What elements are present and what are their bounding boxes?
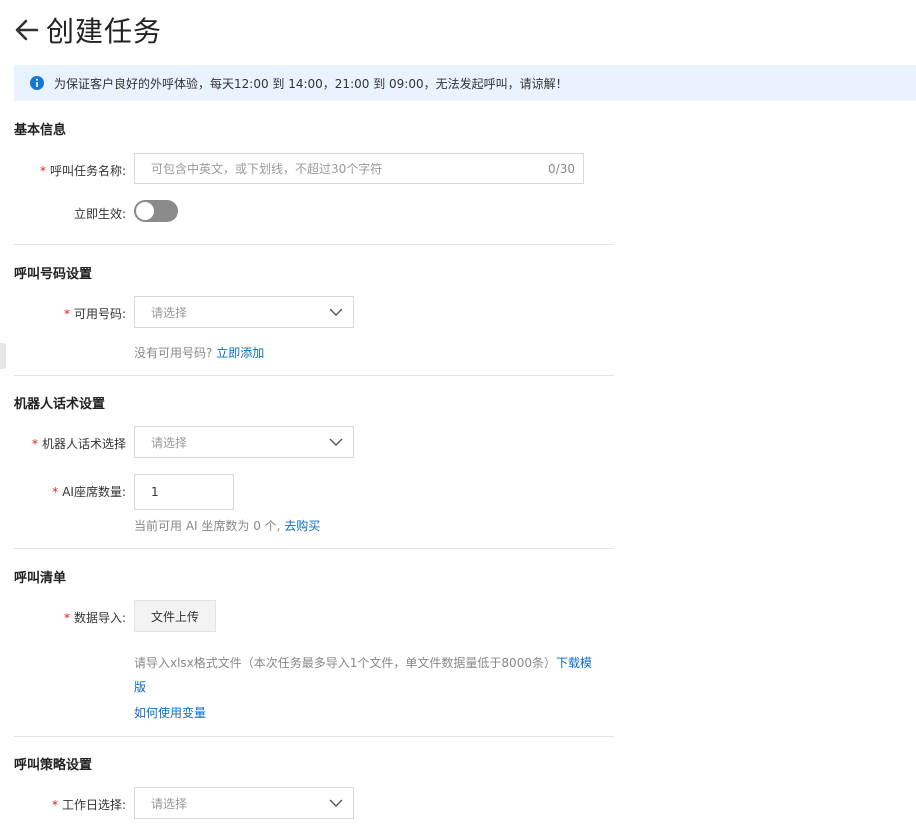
available-number-label: * 可用号码: [0, 305, 126, 322]
seats-hint-text: 当前可用 AI 坐席数为 0 个, [134, 519, 281, 533]
task-name-input[interactable]: 可包含中英文，或下划线，不超过30个字符 0/30 [134, 153, 584, 184]
import-hint-text: 请导入xlsx格式文件（本次任务最多导入1个文件，单文件数据量低于8000条） [134, 656, 556, 670]
data-import-label: * 数据导入: [0, 609, 126, 626]
ai-seats-input[interactable]: 1 [134, 474, 234, 510]
page-title: 创建任务 [46, 15, 163, 48]
divider [14, 244, 614, 245]
section-title-strategy: 呼叫策略设置 [14, 758, 93, 773]
download-template-link-end[interactable]: 版 [134, 680, 146, 694]
required-mark: * [51, 798, 58, 812]
effective-label: 立即生效: [73, 207, 126, 221]
back-arrow-icon[interactable] [14, 17, 40, 43]
required-mark: * [31, 437, 38, 451]
required-mark: * [63, 307, 70, 321]
variable-usage-link[interactable]: 如何使用变量 [134, 706, 206, 720]
add-number-link[interactable]: 立即添加 [216, 346, 264, 360]
info-icon [30, 76, 44, 90]
required-mark: * [39, 164, 46, 178]
chevron-down-icon [329, 308, 343, 316]
number-hint-text: 没有可用号码? [134, 346, 213, 360]
chevron-down-icon [329, 438, 343, 446]
import-hint-wrap: 版 [134, 678, 146, 695]
robot-script-label: * 机器人话术选择 [0, 435, 126, 452]
seats-hint: 当前可用 AI 坐席数为 0 个, 去购买 [134, 517, 320, 534]
notice-banner: 为保证客户良好的外呼体验，每天12:00 到 14:00，21:00 到 09:… [14, 65, 916, 101]
file-upload-button[interactable]: 文件上传 [134, 600, 216, 632]
robot-script-select[interactable]: 请选择 [134, 426, 354, 458]
section-title-number: 呼叫号码设置 [14, 267, 93, 282]
download-template-link[interactable]: 下载模 [556, 656, 592, 670]
workday-placeholder: 请选择 [151, 796, 188, 811]
buy-seats-link[interactable]: 去购买 [284, 519, 320, 533]
number-hint: 没有可用号码? 立即添加 [134, 344, 264, 361]
divider [14, 548, 614, 549]
workday-select[interactable]: 请选择 [134, 787, 354, 819]
data-import-label-text: 数据导入: [73, 611, 126, 625]
robot-script-placeholder: 请选择 [151, 435, 188, 450]
workday-label-text: 工作日选择: [61, 798, 126, 812]
task-name-counter: 0/30 [548, 161, 575, 176]
variable-help: 如何使用变量 [134, 704, 206, 721]
ai-seats-value: 1 [151, 485, 159, 499]
available-number-label-text: 可用号码: [73, 307, 126, 321]
notice-text: 为保证客户良好的外呼体验，每天12:00 到 14:00，21:00 到 09:… [54, 76, 568, 91]
divider [14, 736, 614, 737]
task-name-label-text: 呼叫任务名称: [49, 164, 126, 178]
ai-seats-label: * AI座席数量: [0, 483, 126, 500]
task-name-label: * 呼叫任务名称: [0, 162, 126, 179]
required-mark: * [63, 611, 70, 625]
toggle-knob [136, 202, 154, 220]
effective-toggle[interactable] [134, 200, 178, 222]
section-title-robot: 机器人话术设置 [14, 397, 106, 412]
available-number-placeholder: 请选择 [151, 305, 188, 320]
side-collapse-handle[interactable] [0, 343, 6, 369]
section-title-basic: 基本信息 [14, 123, 67, 138]
divider [14, 375, 614, 376]
available-number-select[interactable]: 请选择 [134, 296, 354, 328]
workday-label: * 工作日选择: [0, 796, 126, 813]
robot-script-label-text: 机器人话术选择 [41, 437, 126, 451]
task-name-placeholder: 可包含中英文，或下划线，不超过30个字符 [151, 162, 383, 176]
import-hint: 请导入xlsx格式文件（本次任务最多导入1个文件，单文件数据量低于8000条）下… [134, 654, 592, 671]
section-title-list: 呼叫清单 [14, 571, 67, 586]
chevron-down-icon [329, 799, 343, 807]
ai-seats-label-text: AI座席数量: [62, 485, 126, 499]
required-mark: * [52, 485, 59, 499]
page-header: 创建任务 [14, 10, 162, 50]
